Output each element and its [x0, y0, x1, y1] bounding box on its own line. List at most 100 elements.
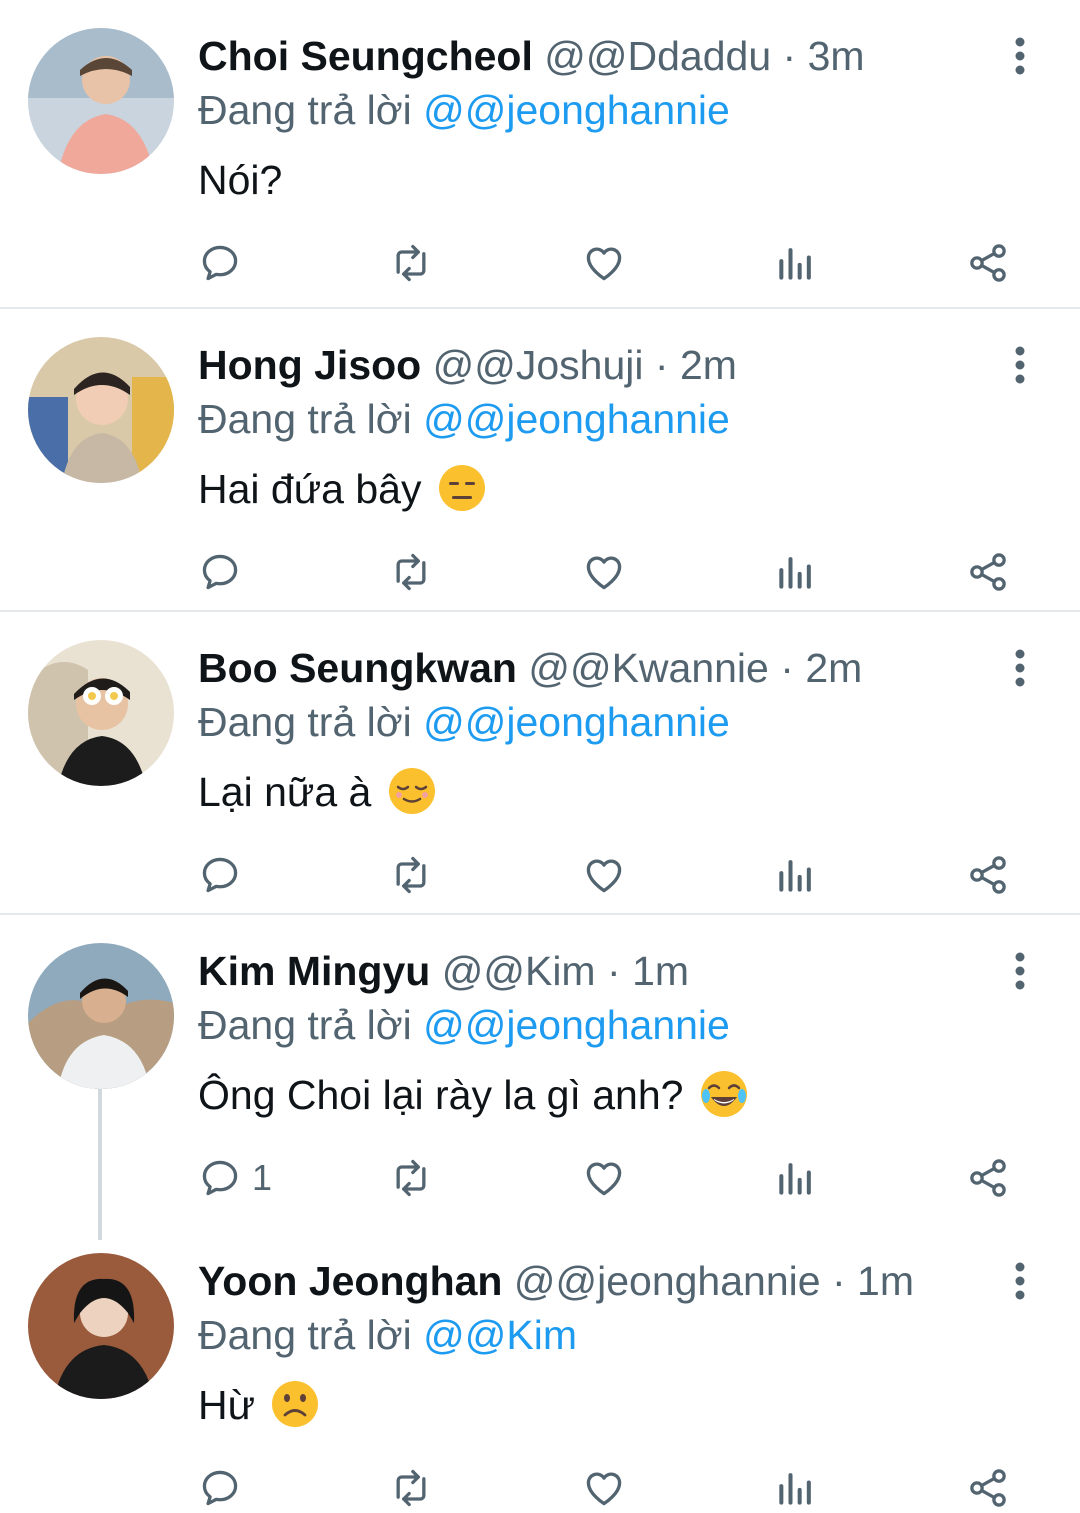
- share-button[interactable]: [966, 850, 1010, 900]
- share-icon: [970, 856, 1006, 894]
- views-button[interactable]: [774, 1463, 818, 1513]
- reply-button[interactable]: 1: [198, 1153, 272, 1203]
- mention-link[interactable]: @@jeonghannie: [423, 1002, 730, 1048]
- reply-icon: [202, 245, 238, 281]
- retweet-icon: [396, 856, 426, 894]
- timestamp[interactable]: 2m: [805, 645, 862, 691]
- action-bar: [0, 547, 1080, 597]
- avatar[interactable]: [28, 28, 174, 174]
- replying-label: Đang trả lời: [198, 699, 412, 745]
- author-handle[interactable]: @@jeonghannie: [514, 1258, 821, 1304]
- more-options-icon[interactable]: [1006, 36, 1034, 76]
- share-icon: [970, 1469, 1006, 1507]
- analytics-icon: [779, 248, 811, 280]
- like-button[interactable]: [582, 238, 626, 288]
- retweet-button[interactable]: [389, 1153, 433, 1203]
- tweet-header: Hong Jisoo @@Joshuji · 2m: [198, 339, 737, 391]
- reply-icon: [202, 857, 238, 893]
- views-button[interactable]: [774, 547, 818, 597]
- reply-button[interactable]: [198, 1463, 252, 1513]
- views-button[interactable]: [774, 238, 818, 288]
- tweet-text-content: Hai đứa bây: [198, 466, 422, 512]
- action-bar: 1: [0, 1153, 1080, 1203]
- tweet[interactable]: Yoon Jeonghan @@jeonghannie · 1m Đang tr…: [0, 1225, 1080, 1507]
- more-options-icon[interactable]: [1006, 951, 1034, 991]
- reply-button[interactable]: [198, 850, 252, 900]
- retweet-button[interactable]: [389, 547, 433, 597]
- like-button[interactable]: [582, 1463, 626, 1513]
- share-button[interactable]: [966, 1153, 1010, 1203]
- frowning-face-emoji: [272, 1381, 319, 1427]
- retweet-icon: [396, 244, 426, 282]
- tweet[interactable]: Boo Seungkwan @@Kwannie · 2m Đang trả lờ…: [0, 612, 1080, 914]
- reply-icon: [202, 554, 238, 590]
- mention-link[interactable]: @@jeonghannie: [423, 699, 730, 745]
- tweet-header: Yoon Jeonghan @@jeonghannie · 1m: [198, 1255, 914, 1307]
- reply-icon: [202, 1160, 238, 1196]
- action-bar: [0, 1463, 1080, 1513]
- tweet-text: Lại nữa à: [198, 764, 437, 820]
- views-button[interactable]: [774, 1153, 818, 1203]
- mention-link[interactable]: @@Kim: [423, 1312, 577, 1358]
- timestamp[interactable]: 1m: [857, 1258, 914, 1304]
- author-name[interactable]: Boo Seungkwan: [198, 645, 517, 691]
- mention-link[interactable]: @@jeonghannie: [423, 87, 730, 133]
- analytics-icon: [779, 557, 811, 589]
- retweet-button[interactable]: [389, 850, 433, 900]
- share-button[interactable]: [966, 238, 1010, 288]
- heart-icon: [586, 1472, 622, 1506]
- tweet-text-content: Ông Choi lại rày la gì anh?: [198, 1072, 684, 1118]
- tweet[interactable]: Hong Jisoo @@Joshuji · 2m Đang trả lời @…: [0, 309, 1080, 611]
- separator-dot: ·: [831, 1258, 846, 1304]
- share-button[interactable]: [966, 1463, 1010, 1513]
- avatar[interactable]: [28, 1253, 174, 1399]
- more-options-icon[interactable]: [1006, 648, 1034, 688]
- relieved-face-emoji: [388, 768, 435, 814]
- author-handle[interactable]: @@Joshuji: [433, 342, 644, 388]
- analytics-icon: [779, 1473, 811, 1505]
- timestamp[interactable]: 2m: [680, 342, 737, 388]
- share-icon: [970, 1159, 1006, 1197]
- replying-to: Đang trả lời @@jeonghannie: [198, 696, 730, 748]
- tweet-header: Kim Mingyu @@Kim · 1m: [198, 945, 689, 997]
- like-button[interactable]: [582, 1153, 626, 1203]
- author-name[interactable]: Yoon Jeonghan: [198, 1258, 502, 1304]
- separator-dot: ·: [780, 645, 794, 691]
- views-button[interactable]: [774, 850, 818, 900]
- reply-button[interactable]: [198, 547, 252, 597]
- author-name[interactable]: Hong Jisoo: [198, 342, 421, 388]
- retweet-button[interactable]: [389, 238, 433, 288]
- timestamp[interactable]: 1m: [632, 948, 689, 994]
- share-icon: [970, 553, 1006, 591]
- tears-of-joy-emoji: [700, 1071, 747, 1117]
- tweet-header: Choi Seungcheol @@Ddaddu · 3m: [198, 30, 865, 82]
- like-button[interactable]: [582, 850, 626, 900]
- tweet-header: Boo Seungkwan @@Kwannie · 2m: [198, 642, 862, 694]
- timestamp[interactable]: 3m: [808, 33, 865, 79]
- reply-button[interactable]: [198, 238, 252, 288]
- replying-to: Đang trả lời @@jeonghannie: [198, 999, 730, 1051]
- author-handle[interactable]: @@Kim: [442, 948, 596, 994]
- reply-icon: [202, 1470, 238, 1506]
- tweet-text: Hai đứa bây: [198, 461, 487, 517]
- tweet[interactable]: Choi Seungcheol @@Ddaddu · 3m Đang trả l…: [0, 0, 1080, 308]
- tweet[interactable]: Kim Mingyu @@Kim · 1m Đang trả lời @@jeo…: [0, 915, 1080, 1225]
- more-options-icon[interactable]: [1006, 1261, 1034, 1301]
- author-name[interactable]: Choi Seungcheol: [198, 33, 533, 79]
- author-handle[interactable]: @@Kwannie: [528, 645, 769, 691]
- author-handle[interactable]: @@Ddaddu: [544, 33, 771, 79]
- avatar[interactable]: [28, 943, 174, 1089]
- more-options-icon[interactable]: [1006, 345, 1034, 385]
- author-name[interactable]: Kim Mingyu: [198, 948, 430, 994]
- expressionless-face-emoji: [438, 465, 485, 511]
- mention-link[interactable]: @@jeonghannie: [423, 396, 730, 442]
- action-bar: [0, 850, 1080, 900]
- like-button[interactable]: [582, 547, 626, 597]
- analytics-icon: [779, 1163, 811, 1195]
- separator-dot: ·: [782, 33, 797, 79]
- share-button[interactable]: [966, 547, 1010, 597]
- share-icon: [970, 244, 1006, 282]
- avatar[interactable]: [28, 337, 174, 483]
- avatar[interactable]: [28, 640, 174, 786]
- retweet-button[interactable]: [389, 1463, 433, 1513]
